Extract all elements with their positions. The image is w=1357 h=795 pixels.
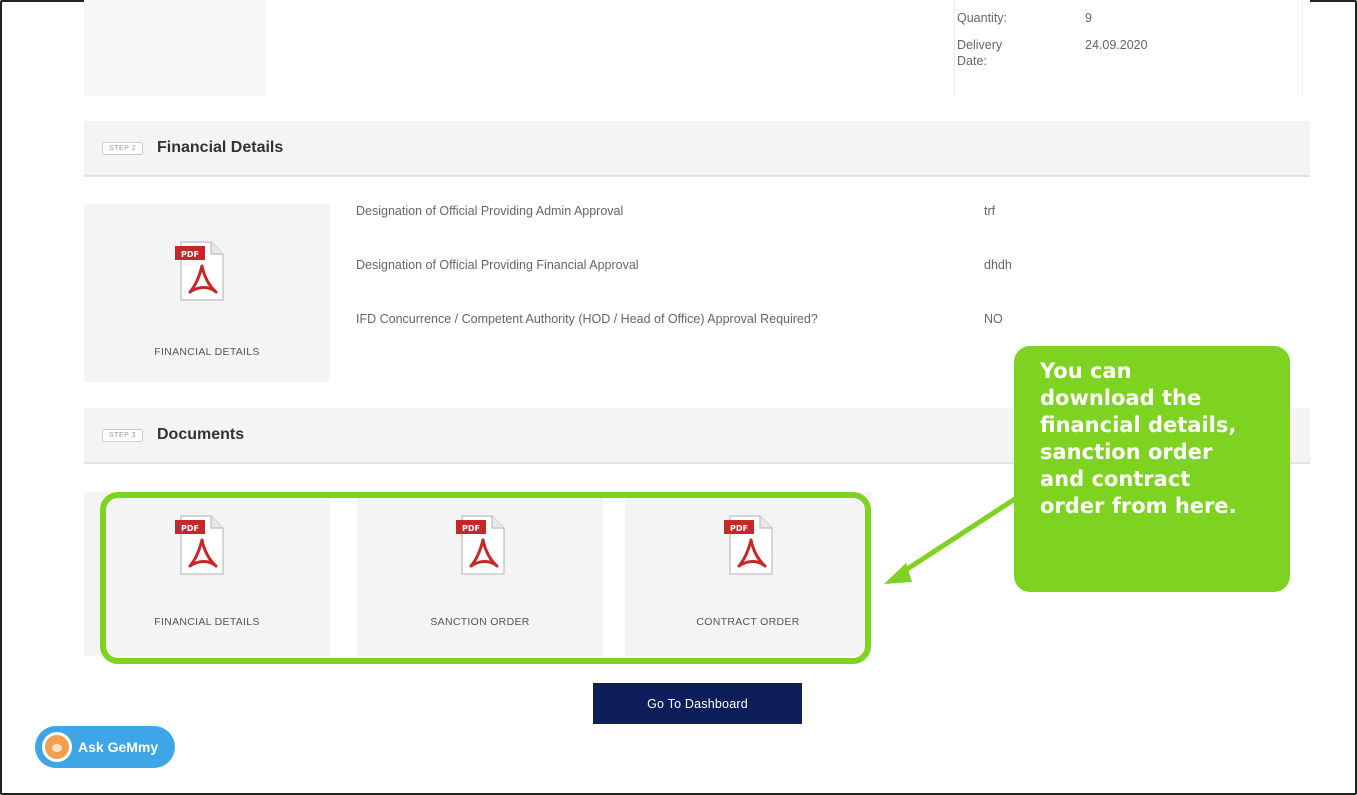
gemmy-avatar-icon: [42, 732, 72, 762]
quantity-value: 9: [1085, 11, 1092, 25]
section-title: Financial Details: [157, 139, 284, 156]
delivery-date-value: 24.09.2020: [1085, 38, 1148, 52]
quantity-label: Quantity:: [957, 11, 1008, 25]
section-title: Documents: [157, 426, 245, 443]
documents-highlight-frame: [100, 492, 871, 664]
column-divider: [1302, 0, 1303, 96]
field-label: IFD Concurrence / Competent Authority (H…: [356, 312, 818, 326]
annotation-callout: You can download the financial details, …: [1014, 346, 1290, 592]
step-badge: STEP 3: [102, 428, 143, 442]
product-image-area: [84, 0, 266, 96]
go-to-dashboard-button[interactable]: Go To Dashboard: [593, 683, 802, 724]
svg-text:PDF: PDF: [181, 250, 199, 259]
pdf-file-icon: PDF: [175, 241, 224, 301]
financial-details-download[interactable]: PDF FINANCIAL DETAILS: [84, 204, 330, 382]
step-badge: STEP 2: [102, 141, 143, 155]
doc-label: FINANCIAL DETAILS: [154, 346, 260, 358]
field-value: NO: [984, 312, 1003, 326]
field-label: Designation of Official Providing Financ…: [356, 258, 639, 272]
step-2-header: STEP 2 Financial Details: [84, 121, 1310, 177]
delivery-date-label: Delivery Date:: [957, 38, 1003, 68]
field-label: Designation of Official Providing Admin …: [356, 204, 624, 218]
ask-gemmy-button[interactable]: Ask GeMmy: [35, 726, 175, 768]
ask-gemmy-label: Ask GeMmy: [78, 739, 159, 755]
field-value: dhdh: [984, 258, 1012, 272]
field-value: trf: [984, 204, 996, 218]
product-details-card: Quantity: 9 Delivery Date: 24.09.2020: [84, 0, 1310, 96]
callout-text: You can download the financial details, …: [1040, 359, 1237, 518]
column-divider: [954, 0, 955, 96]
